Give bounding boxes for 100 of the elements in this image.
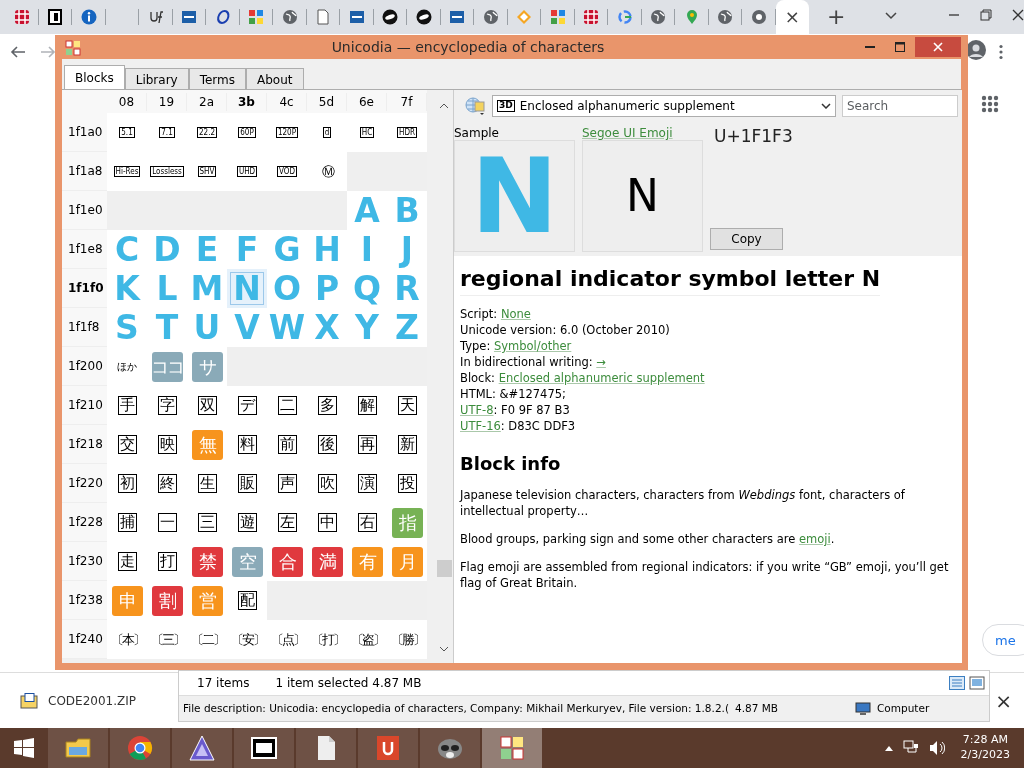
grid-cell[interactable]: 新 (387, 425, 427, 464)
link[interactable]: UTF-16 (460, 419, 501, 433)
document-icon[interactable] (315, 9, 332, 25)
grid-cell[interactable]: SHV (187, 152, 227, 191)
globe-icon[interactable] (482, 9, 499, 25)
grid-cell[interactable]: ほか (107, 347, 147, 386)
grid-cell[interactable]: 5.1 (107, 113, 147, 152)
back-icon[interactable] (10, 43, 26, 60)
grid-cell[interactable]: 二 (267, 386, 307, 425)
globe-icon[interactable] (717, 9, 734, 25)
grid-cell[interactable]: 交 (107, 425, 147, 464)
grid-cell[interactable]: 打 (147, 542, 187, 581)
block-select[interactable]: 3D Enclosed alphanumeric supplement (492, 95, 836, 117)
grid-cell[interactable]: デ (227, 386, 267, 425)
grid-cell[interactable]: Ⓜ (307, 152, 347, 191)
clock-time[interactable]: 7:28 AM (960, 733, 1010, 748)
disc-icon[interactable] (415, 9, 432, 25)
grid-cell[interactable]: 22.2 (187, 113, 227, 152)
apps-icon[interactable] (981, 94, 999, 113)
grid-cell[interactable]: 天 (387, 386, 427, 425)
taskbar-button[interactable] (296, 728, 356, 768)
grid-cell[interactable]: 〔三〕 (147, 620, 187, 659)
square-icon[interactable] (449, 9, 466, 25)
grid-cell[interactable]: 映 (147, 425, 187, 464)
ring-icon[interactable] (214, 9, 231, 25)
scroll-down-icon[interactable] (439, 645, 449, 652)
page-button[interactable]: me (982, 624, 1024, 656)
taskbar-button[interactable] (358, 728, 418, 768)
grid-cell[interactable]: 再 (347, 425, 387, 464)
grid-icon[interactable] (13, 9, 30, 25)
grid-cell[interactable]: 走 (107, 542, 147, 581)
grid-cell[interactable]: 初 (107, 464, 147, 503)
grid-cell[interactable]: Hi-Res (107, 152, 147, 191)
grid-cell[interactable]: 〔本〕 (107, 620, 147, 659)
grid-cell[interactable]: 120P (267, 113, 307, 152)
grid-cell[interactable]: 〔安〕 (227, 620, 267, 659)
link[interactable]: Enclosed alphanumeric supplement (498, 371, 705, 385)
grid-cell[interactable]: 〔勝〕 (387, 620, 427, 659)
tab[interactable]: Library (124, 68, 189, 89)
grid-cell[interactable]: 遊 (227, 503, 267, 542)
square-icon[interactable] (181, 9, 198, 25)
grid-cell[interactable]: 終 (147, 464, 187, 503)
grid-cell[interactable]: 前 (267, 425, 307, 464)
grid-cell[interactable]: 〔打〕 (307, 620, 347, 659)
link[interactable]: → (596, 355, 606, 369)
link[interactable]: emoji (798, 532, 831, 546)
grid-cell[interactable]: HC (347, 113, 387, 152)
grid-cell[interactable]: 中 (307, 503, 347, 542)
grid-cell[interactable]: 〔点〕 (267, 620, 307, 659)
grid-cell[interactable]: 〔盗〕 (347, 620, 387, 659)
grid-cell[interactable]: 演 (347, 464, 387, 503)
clock-date[interactable]: 2/3/2023 (960, 748, 1010, 763)
grid-cell[interactable]: 一 (147, 503, 187, 542)
link[interactable]: UTF-8 (460, 403, 494, 417)
tab[interactable]: Blocks (64, 65, 125, 89)
grid-cell[interactable]: 60P (227, 113, 267, 152)
thumbnail-view-icon[interactable] (969, 676, 985, 690)
scroll-up-icon[interactable] (439, 102, 449, 109)
grid-cell[interactable]: 声 (267, 464, 307, 503)
puzzle-icon[interactable] (248, 9, 265, 25)
grid-cell[interactable]: 料 (227, 425, 267, 464)
tab[interactable]: Terms (188, 68, 247, 89)
close-icon[interactable] (1012, 9, 1024, 21)
new-tab-button[interactable]: + (827, 6, 846, 28)
grid-cell[interactable]: VOD (267, 152, 307, 191)
taskbar-button[interactable] (234, 728, 294, 768)
font-link[interactable]: Segoe UI Emoji (582, 126, 673, 140)
grid-cell[interactable]: 〔二〕 (187, 620, 227, 659)
network-icon[interactable] (902, 740, 919, 756)
grid-cell[interactable]: 三 (187, 503, 227, 542)
restore-icon[interactable] (980, 9, 992, 21)
volume-icon[interactable] (928, 740, 945, 756)
grid-icon[interactable] (583, 9, 600, 25)
grid-cell[interactable]: 多 (307, 386, 347, 425)
circle-icon[interactable] (750, 9, 767, 25)
globe-icon[interactable] (650, 9, 667, 25)
square-icon[interactable] (348, 9, 365, 25)
grid-cell[interactable]: 投 (387, 464, 427, 503)
grid-cell[interactable]: 手 (107, 386, 147, 425)
windows-icon[interactable] (14, 738, 34, 758)
details-view-icon[interactable] (949, 676, 965, 690)
grid-cell[interactable]: 双 (187, 386, 227, 425)
grid-cell[interactable]: 解 (347, 386, 387, 425)
grid-cell[interactable]: 販 (227, 464, 267, 503)
copy-button[interactable]: Copy (710, 228, 783, 250)
script-icon[interactable] (147, 9, 164, 25)
link[interactable]: Symbol/other (493, 339, 572, 353)
menu-icon[interactable] (998, 43, 1004, 60)
close-button[interactable]: × (995, 685, 1012, 716)
grid-cell[interactable]: 7.1 (147, 113, 187, 152)
grid-cell[interactable]: UHD (227, 152, 267, 191)
grid-cell[interactable]: HDR (387, 113, 427, 152)
disc-icon[interactable] (382, 9, 399, 25)
chevron-up-icon[interactable] (884, 745, 893, 751)
grid-cell[interactable]: 右 (347, 503, 387, 542)
grid-cell[interactable]: Lossless (147, 152, 187, 191)
grid-cell[interactable]: 字 (147, 386, 187, 425)
grid-cell[interactable]: 後 (307, 425, 347, 464)
tab[interactable]: About (246, 68, 304, 89)
close-tab-button[interactable]: × (784, 8, 800, 26)
